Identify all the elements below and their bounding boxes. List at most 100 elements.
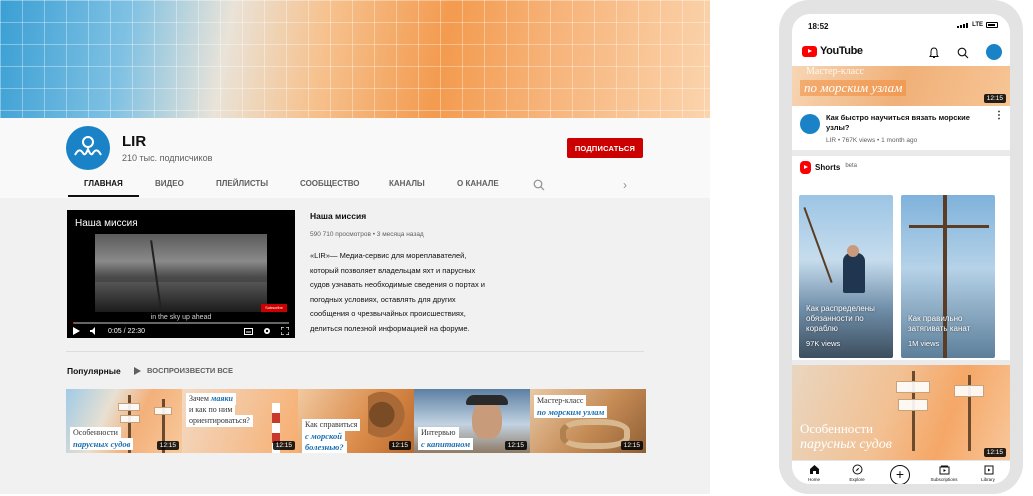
nav-library[interactable]: Library — [968, 464, 1008, 482]
short-card[interactable]: Как правильно затягивать канат 1M views — [901, 195, 995, 358]
play-all-button[interactable]: Воспроизвести все — [134, 366, 233, 375]
video-thumbnail[interactable]: Интервью с капитаном 12:15 — [414, 389, 530, 453]
youtube-play-icon — [802, 45, 817, 57]
video-thumbnail[interactable]: Особенности парусных судов 12:15 — [792, 365, 1010, 460]
compass-icon — [852, 464, 862, 475]
youtube-logo[interactable]: YouTube — [802, 45, 863, 57]
bell-icon[interactable] — [928, 47, 940, 59]
duration-badge: 12:15 — [156, 441, 179, 450]
thumb-caption: ориентироваться? — [186, 415, 253, 427]
thumb-caption-accent: парусных судов — [800, 437, 892, 452]
nav-subscriptions[interactable]: Subscriptions — [924, 464, 964, 482]
ship-sail — [954, 385, 984, 397]
video-progress-bar[interactable] — [73, 322, 289, 324]
short-views: 1M views — [908, 339, 940, 348]
tab-videos[interactable]: Видео — [155, 174, 184, 195]
sailor-figure — [843, 253, 865, 293]
channel-name: LIR — [122, 133, 147, 150]
nav-label: Subscriptions — [930, 477, 958, 482]
thumb-caption-accent: по морским узлам — [534, 406, 608, 418]
play-all-icon — [134, 366, 141, 375]
featured-video-title[interactable]: Наша миссия — [310, 211, 366, 221]
mobile-screen: 18:52 LTE YouTube Мастер-класс по морски… — [792, 14, 1010, 484]
section-separator — [792, 150, 1010, 156]
thumb-caption: Зачем — [189, 394, 209, 403]
section-divider — [66, 351, 644, 352]
thumb-caption-accent: маяки — [210, 394, 233, 403]
chevron-right-icon[interactable]: › — [623, 178, 627, 192]
channel-avatar[interactable] — [800, 114, 820, 134]
video-title[interactable]: Как быстро научиться вязать морские узлы… — [826, 113, 986, 133]
subscriber-count: 210 тыс. подписчиков — [122, 153, 213, 163]
settings-gear-icon[interactable] — [263, 327, 271, 335]
shorts-header: Shorts beta — [800, 161, 857, 174]
ship-sail — [118, 403, 140, 411]
video-thumbnail[interactable]: Зачем маяки и как по ним ориентироваться… — [182, 389, 298, 453]
nav-label: Home — [807, 477, 820, 482]
captain-hat — [466, 395, 508, 405]
ship-sail — [898, 399, 928, 411]
ship-mast — [803, 207, 833, 283]
app-name: YouTube — [820, 45, 863, 57]
tab-community[interactable]: Сообщество — [300, 174, 360, 195]
short-card[interactable]: Как распределены обязанности по кораблю … — [799, 195, 893, 358]
thumb-caption: Мастер-класс — [806, 66, 865, 77]
tab-playlists[interactable]: Плейлисты — [216, 174, 268, 195]
short-views: 97K views — [806, 339, 841, 348]
short-title: Как распределены обязанности по кораблю — [806, 304, 875, 333]
video-info-row[interactable]: Как быстро научиться вязать морские узлы… — [792, 106, 1010, 150]
shorts-title: Shorts — [815, 163, 841, 172]
duration-badge: 12:15 — [504, 441, 527, 450]
create-plus-icon[interactable]: + — [890, 465, 910, 484]
thumb-caption-accent: парусных судов — [70, 438, 134, 450]
video-controls: 0:05 / 22:30 — [73, 325, 289, 337]
volume-icon[interactable] — [90, 327, 98, 335]
subscribe-button[interactable]: Подписаться — [567, 138, 643, 158]
ship-yard — [909, 225, 989, 228]
featured-video-player[interactable]: Наша миссия Subscribe in the sky up ahea… — [67, 210, 295, 338]
play-icon[interactable] — [73, 327, 80, 335]
octopus-logo-icon — [74, 136, 102, 156]
featured-video-description: «LIR»— Медиа-сервис для мореплавателей, … — [310, 251, 485, 333]
duration-badge: 12:15 — [388, 441, 411, 450]
nav-explore[interactable]: Explore — [837, 464, 877, 482]
search-icon[interactable] — [533, 179, 545, 191]
tab-home[interactable]: Главная — [68, 174, 139, 197]
search-icon[interactable] — [957, 47, 969, 59]
network-type: LTE — [972, 22, 983, 28]
channel-avatar[interactable] — [66, 126, 110, 170]
video-overlay-title: Наша миссия — [75, 218, 138, 229]
tab-about[interactable]: О канале — [457, 174, 499, 195]
rope-knot — [560, 419, 630, 449]
more-options-icon[interactable]: ⋮ — [994, 111, 1004, 121]
captain-face — [472, 399, 502, 439]
video-frame — [95, 234, 267, 312]
signal-icon — [957, 22, 969, 28]
short-title: Как правильно затягивать канат — [908, 314, 971, 333]
nav-home[interactable]: Home — [794, 464, 834, 482]
video-meta: LIR • 767K views • 1 month ago — [826, 137, 918, 144]
play-all-label: Воспроизвести все — [147, 366, 233, 375]
thumb-caption-accent: с капитаном — [418, 438, 474, 450]
nav-label: Library — [981, 477, 995, 482]
video-progress-fill — [73, 322, 74, 324]
ship-sail — [154, 407, 172, 415]
bottom-navigation: Home Explore + Subscriptions Library — [792, 460, 1010, 484]
video-time: 0:05 / 22:30 — [108, 327, 145, 335]
account-avatar[interactable] — [986, 44, 1002, 60]
status-bar: 18:52 LTE — [792, 14, 1010, 36]
video-thumbnail[interactable]: Как справиться с морской болезнью? 12:15 — [298, 389, 414, 453]
popular-section-title: Популярные — [67, 366, 121, 376]
tab-channels[interactable]: Каналы — [389, 174, 425, 195]
video-thumbnail[interactable]: Мастер-класс по морским узлам 12:15 — [530, 389, 646, 453]
video-subtitle: in the sky up ahead — [150, 314, 212, 321]
duration-badge: 12:15 — [983, 448, 1006, 457]
featured-video-meta: 590 710 просмотров • 3 месяца назад — [310, 231, 424, 238]
video-thumbnail[interactable]: Особенности парусных судов 12:15 — [66, 389, 182, 453]
video-watermark: Subscribe — [261, 304, 287, 312]
video-thumbnail[interactable]: Мастер-класс по морским узлам 12:15 — [792, 66, 1010, 106]
captions-icon[interactable] — [244, 327, 253, 335]
battery-icon — [986, 22, 998, 28]
fullscreen-icon[interactable] — [281, 327, 289, 335]
subscriptions-icon — [939, 465, 949, 475]
